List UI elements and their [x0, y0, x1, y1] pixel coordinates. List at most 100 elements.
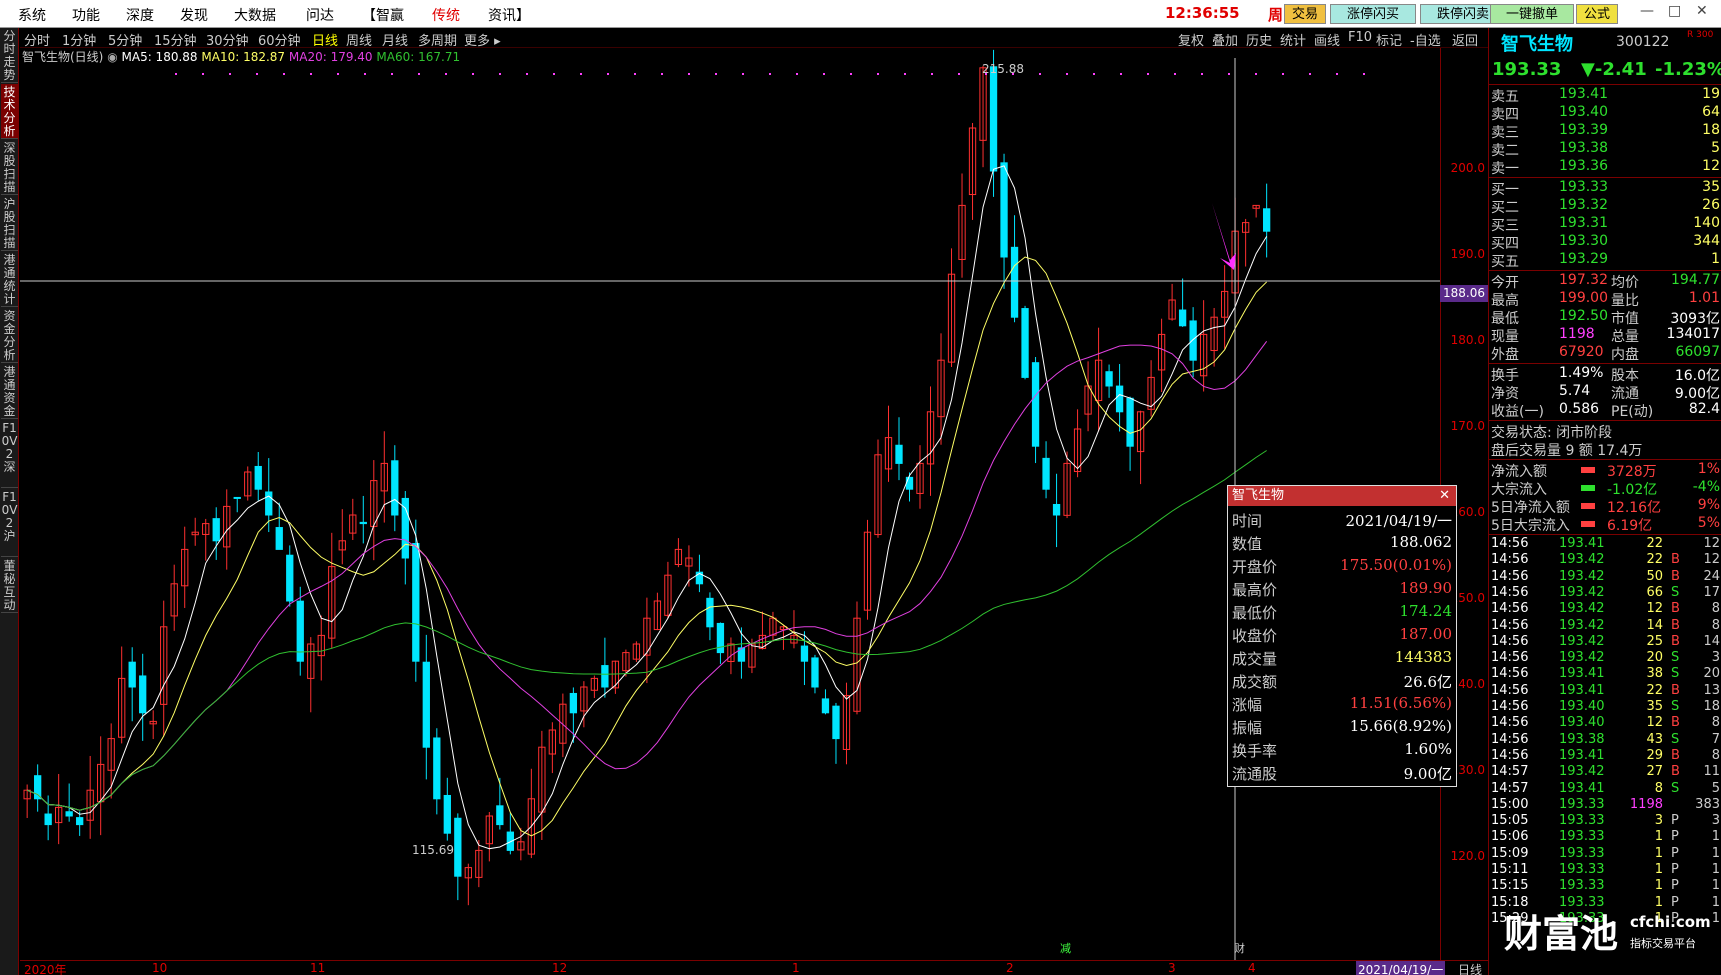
- signal-dot: [1066, 73, 1068, 75]
- tool-watchlist[interactable]: -自选: [1410, 30, 1441, 49]
- bid-level: 买三: [1491, 218, 1519, 234]
- trade-button[interactable]: 交易: [1284, 4, 1326, 24]
- event-marker[interactable]: 财: [1234, 941, 1245, 955]
- period-30min[interactable]: 30分钟: [206, 30, 249, 49]
- price-change-pct: -1.23%: [1655, 59, 1721, 80]
- menu-zhiying[interactable]: 【智赢: [362, 5, 404, 25]
- bid-row[interactable]: 买四 193.30 344: [1489, 233, 1721, 252]
- tick-count: 3: [1711, 650, 1720, 666]
- ask-row[interactable]: 卖一 193.36 12: [1489, 158, 1721, 177]
- popup-value: 187.00: [1399, 625, 1453, 643]
- period-daily[interactable]: 日线: [312, 30, 338, 49]
- tab-hk-fund[interactable]: 港通资金: [1, 364, 18, 419]
- settings-icon[interactable]: ◉: [107, 50, 121, 64]
- close-icon[interactable]: ✕: [1439, 486, 1450, 506]
- tool-draw[interactable]: 画线: [1314, 30, 1340, 49]
- tool-adjust[interactable]: 复权: [1178, 30, 1204, 49]
- menu-news[interactable]: 资讯】: [488, 5, 530, 25]
- ask-row[interactable]: 卖五 193.41 19: [1489, 86, 1721, 105]
- tab-technical[interactable]: 技术分析: [1, 84, 18, 139]
- bid-row[interactable]: 买一 193.33 35: [1489, 179, 1721, 198]
- menu-system[interactable]: 系统: [18, 5, 46, 25]
- popup-row: 开盘价 175.50(0.01%): [1228, 556, 1456, 578]
- menu-function[interactable]: 功能: [72, 5, 100, 25]
- stock-code: 300122: [1616, 34, 1670, 50]
- signal-dot: [418, 73, 420, 75]
- tab-fund-analysis[interactable]: 资金分析: [1, 308, 18, 363]
- tick-row: 14:56 193.40 12 B 8: [1489, 715, 1721, 733]
- event-marker[interactable]: 减: [1060, 942, 1071, 955]
- flow-value: -1.02亿: [1607, 482, 1658, 498]
- cancel-all-button[interactable]: 一键撤单: [1490, 4, 1574, 24]
- popup-row: 流通股 9.00亿: [1228, 763, 1456, 785]
- tick-volume: 1: [1654, 862, 1663, 877]
- tick-price: 193.33: [1559, 878, 1605, 894]
- close-icon[interactable]: ✕: [1696, 3, 1708, 19]
- signal-dot: [877, 73, 879, 75]
- tick-volume: 22: [1646, 552, 1663, 568]
- period-intraday[interactable]: 分时: [24, 30, 50, 49]
- candle: [265, 491, 273, 516]
- candle: [254, 465, 262, 490]
- bid-level: 买四: [1491, 236, 1519, 252]
- ma5-label: MA5: 180.88: [121, 50, 198, 64]
- menu-traditional[interactable]: 传统: [432, 5, 460, 25]
- signal-dot: [391, 73, 393, 75]
- minimize-icon[interactable]: —: [1640, 3, 1654, 19]
- tool-stats[interactable]: 统计: [1280, 30, 1306, 49]
- ask-row[interactable]: 卖三 193.39 18: [1489, 122, 1721, 141]
- tool-mark[interactable]: 标记: [1376, 30, 1402, 49]
- signal-dot: [1147, 73, 1149, 75]
- limit-up-buy-button[interactable]: 涨停闪买: [1330, 4, 1416, 24]
- ask-row[interactable]: 卖四 193.40 64: [1489, 104, 1721, 123]
- ask-row[interactable]: 卖二 193.38 5: [1489, 140, 1721, 159]
- tab-intraday[interactable]: 分时走势: [1, 28, 18, 83]
- tick-row: 15:09 193.33 1 P 1: [1489, 846, 1721, 864]
- menu-discover[interactable]: 发现: [180, 5, 208, 25]
- period-1min[interactable]: 1分钟: [62, 30, 96, 49]
- tab-sh-scan[interactable]: 沪股扫描: [1, 196, 18, 251]
- tool-overlay[interactable]: 叠加: [1212, 30, 1238, 49]
- quote-key: 市值: [1611, 311, 1639, 327]
- tool-history[interactable]: 历史: [1246, 30, 1272, 49]
- period-60min[interactable]: 60分钟: [258, 30, 301, 49]
- tick-count: 17: [1703, 584, 1720, 600]
- signal-dot: [337, 73, 339, 75]
- period-15min[interactable]: 15分钟: [154, 30, 197, 49]
- tool-back[interactable]: 返回: [1452, 30, 1478, 49]
- stock-name[interactable]: 智飞生物: [1501, 30, 1573, 56]
- menu-depth[interactable]: 深度: [126, 5, 154, 25]
- candle: [233, 496, 241, 499]
- candle: [1262, 208, 1271, 232]
- tool-f10[interactable]: F10: [1348, 30, 1372, 45]
- tab-hk-stats[interactable]: 港通统计: [1, 252, 18, 307]
- period-monthly[interactable]: 月线: [382, 30, 408, 49]
- tick-price: 193.40: [1559, 715, 1605, 731]
- period-multi[interactable]: 多周期: [418, 30, 457, 49]
- tab-secretary[interactable]: 董秘互动: [1, 558, 18, 613]
- fin-row: 净资 5.74 流通 9.00亿: [1489, 383, 1721, 402]
- tab-f10-sh[interactable]: F10V2沪: [1, 489, 18, 557]
- candle: [128, 661, 136, 688]
- bid-row[interactable]: 买五 193.29 1: [1489, 251, 1721, 270]
- tick-count: 7: [1711, 731, 1720, 747]
- bid-row[interactable]: 买三 193.31 140: [1489, 215, 1721, 234]
- menu-bigdata[interactable]: 大数据: [234, 5, 276, 25]
- popup-header[interactable]: 智飞生物 ✕: [1228, 486, 1456, 506]
- ask-volume: 64: [1702, 104, 1720, 120]
- tab-f10-sz[interactable]: F10V2深: [1, 420, 18, 488]
- popup-value: 26.6亿: [1403, 673, 1452, 691]
- maximize-icon[interactable]: □: [1668, 3, 1681, 19]
- tab-sz-scan[interactable]: 深股扫描: [1, 140, 18, 195]
- period-5min[interactable]: 5分钟: [108, 30, 142, 49]
- bid-row[interactable]: 买二 193.32 26: [1489, 197, 1721, 216]
- flow-value: 3728万: [1607, 464, 1657, 480]
- period-weekly[interactable]: 周线: [346, 30, 372, 49]
- data-tooltip-window[interactable]: 智飞生物 ✕ 时间 2021/04/19/一 数值 188.062 开盘价 175.50(…: [1227, 485, 1457, 787]
- tick-row: 14:56 193.42 50 B 24: [1489, 569, 1721, 587]
- formula-button[interactable]: 公式: [1576, 4, 1618, 24]
- period-more[interactable]: 更多 ▸: [464, 30, 501, 49]
- x-tick: 4: [1248, 961, 1256, 975]
- menu-ask[interactable]: 问达: [306, 5, 334, 25]
- x-tick: 2020年: [24, 963, 67, 975]
